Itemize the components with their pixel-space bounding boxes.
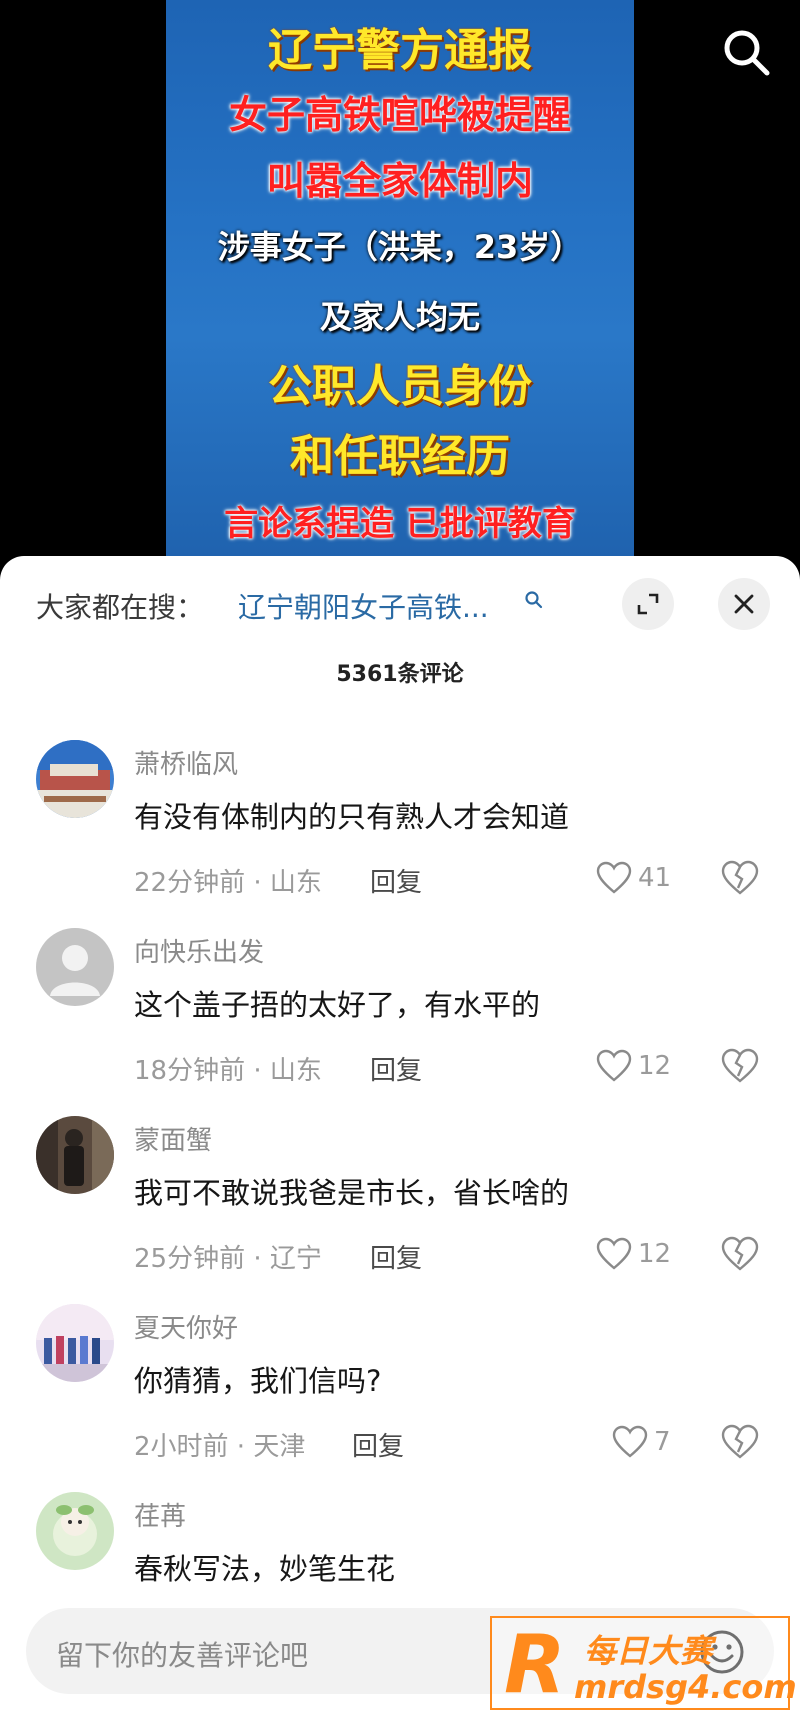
video-caption-line: 言论系捏造 已批评教育 (224, 504, 576, 544)
comment-username[interactable]: 蒙面蟹 (134, 1120, 212, 1157)
like-button[interactable]: 12 (596, 1046, 671, 1086)
watermark-line2: mrdsg4.com (574, 1668, 797, 1706)
heart-icon (596, 861, 632, 894)
hot-search-link[interactable]: 辽宁朝阳女子高铁... (238, 586, 489, 626)
close-icon (734, 594, 754, 614)
video-caption-line: 及家人均无 (319, 298, 480, 336)
comment-time-location: 25分钟前 · 辽宁 (134, 1244, 322, 1274)
like-button[interactable]: 41 (596, 858, 671, 898)
close-button[interactable] (718, 578, 770, 630)
like-button[interactable]: 12 (596, 1234, 671, 1274)
watermark-line1: 每日大赛 (584, 1632, 713, 1670)
like-count: 7 (654, 1427, 671, 1457)
comment-time-location: 2小时前 · 天津 (134, 1432, 306, 1462)
comment-text: 有没有体制内的只有熟人才会知道 (134, 800, 570, 834)
dislike-button[interactable] (720, 1422, 760, 1462)
dislike-button[interactable] (720, 1234, 760, 1274)
hot-search-prefix: 大家都在搜： (36, 591, 205, 624)
expand-icon (637, 593, 659, 615)
comment-time-location: 22分钟前 · 山东 (134, 868, 322, 898)
comment-item: 夏天你好 你猜猜，我们信吗? 2小时前 · 天津 回复 7 (0, 1304, 800, 1492)
comment-username[interactable]: 荏苒 (134, 1496, 186, 1533)
like-button[interactable]: 7 (612, 1422, 671, 1462)
heart-icon (612, 1425, 648, 1458)
video-frame[interactable]: 辽宁警方通报 女子高铁喧哗被提醒 叫嚣全家体制内 涉事女子（洪某，23岁） 及家… (166, 0, 634, 560)
reply-button[interactable]: 回复 (370, 1238, 422, 1275)
comment-input-placeholder: 留下你的友善评论吧 (56, 1639, 309, 1672)
comment-text: 你猜猜，我们信吗? (134, 1364, 382, 1398)
search-icon[interactable] (524, 590, 544, 610)
comment-item: 萧桥临风 有没有体制内的只有熟人才会知道 22分钟前 · 山东 回复 41 (0, 740, 800, 928)
expand-button[interactable] (622, 578, 674, 630)
like-count: 41 (638, 863, 672, 893)
video-caption-line: 涉事女子（洪某，23岁） (217, 228, 583, 266)
like-count: 12 (638, 1239, 672, 1269)
comment-item: 向快乐出发 这个盖子捂的太好了，有水平的 18分钟前 · 山东 回复 12 (0, 928, 800, 1116)
comment-text: 这个盖子捂的太好了，有水平的 (134, 988, 541, 1022)
search-icon[interactable] (720, 26, 774, 80)
broken-heart-icon (721, 1236, 759, 1271)
video-caption-line: 和任职经历 (290, 431, 510, 482)
broken-heart-icon (721, 860, 759, 895)
heart-icon (596, 1049, 632, 1082)
comment-username[interactable]: 向快乐出发 (134, 932, 264, 969)
dislike-button[interactable] (720, 858, 760, 898)
dislike-button[interactable] (720, 1046, 760, 1086)
comment-text: 春秋写法，妙笔生花 (134, 1552, 396, 1586)
video-caption-line: 辽宁警方通报 (268, 25, 532, 76)
broken-heart-icon (721, 1048, 759, 1083)
video-player[interactable]: 辽宁警方通报 女子高铁喧哗被提醒 叫嚣全家体制内 涉事女子（洪某，23岁） 及家… (0, 0, 800, 580)
comment-count: 5361条评论 (336, 662, 464, 687)
reply-button[interactable]: 回复 (370, 1050, 422, 1087)
watermark-logo: R (504, 1618, 566, 1711)
avatar[interactable] (36, 1304, 114, 1382)
comment-username[interactable]: 夏天你好 (134, 1308, 238, 1345)
video-caption-line: 公职人员身份 (268, 361, 532, 412)
heart-icon (596, 1237, 632, 1270)
comment-username[interactable]: 萧桥临风 (134, 744, 238, 781)
video-caption-line: 女子高铁喧哗被提醒 (228, 93, 571, 137)
comment-time-location: 18分钟前 · 山东 (134, 1056, 322, 1086)
avatar[interactable] (36, 1492, 114, 1570)
avatar[interactable] (36, 740, 114, 818)
avatar[interactable] (36, 928, 114, 1006)
comment-text: 我可不敢说我爸是市长，省长啥的 (134, 1176, 570, 1210)
broken-heart-icon (721, 1424, 759, 1459)
watermark: R 每日大赛 mrdsg4.com (490, 1616, 797, 1711)
reply-button[interactable]: 回复 (352, 1426, 404, 1463)
video-caption-line: 叫嚣全家体制内 (266, 159, 533, 203)
reply-button[interactable]: 回复 (370, 862, 422, 899)
comment-sheet: 大家都在搜： 辽宁朝阳女子高铁... 5361条评论 萧桥临风 有没有体制内的只… (0, 556, 800, 1718)
sheet-header: 大家都在搜： 辽宁朝阳女子高铁... (0, 556, 800, 652)
avatar[interactable] (36, 1116, 114, 1194)
like-count: 12 (638, 1051, 672, 1081)
comment-item: 蒙面蟹 我可不敢说我爸是市长，省长啥的 25分钟前 · 辽宁 回复 12 (0, 1116, 800, 1304)
